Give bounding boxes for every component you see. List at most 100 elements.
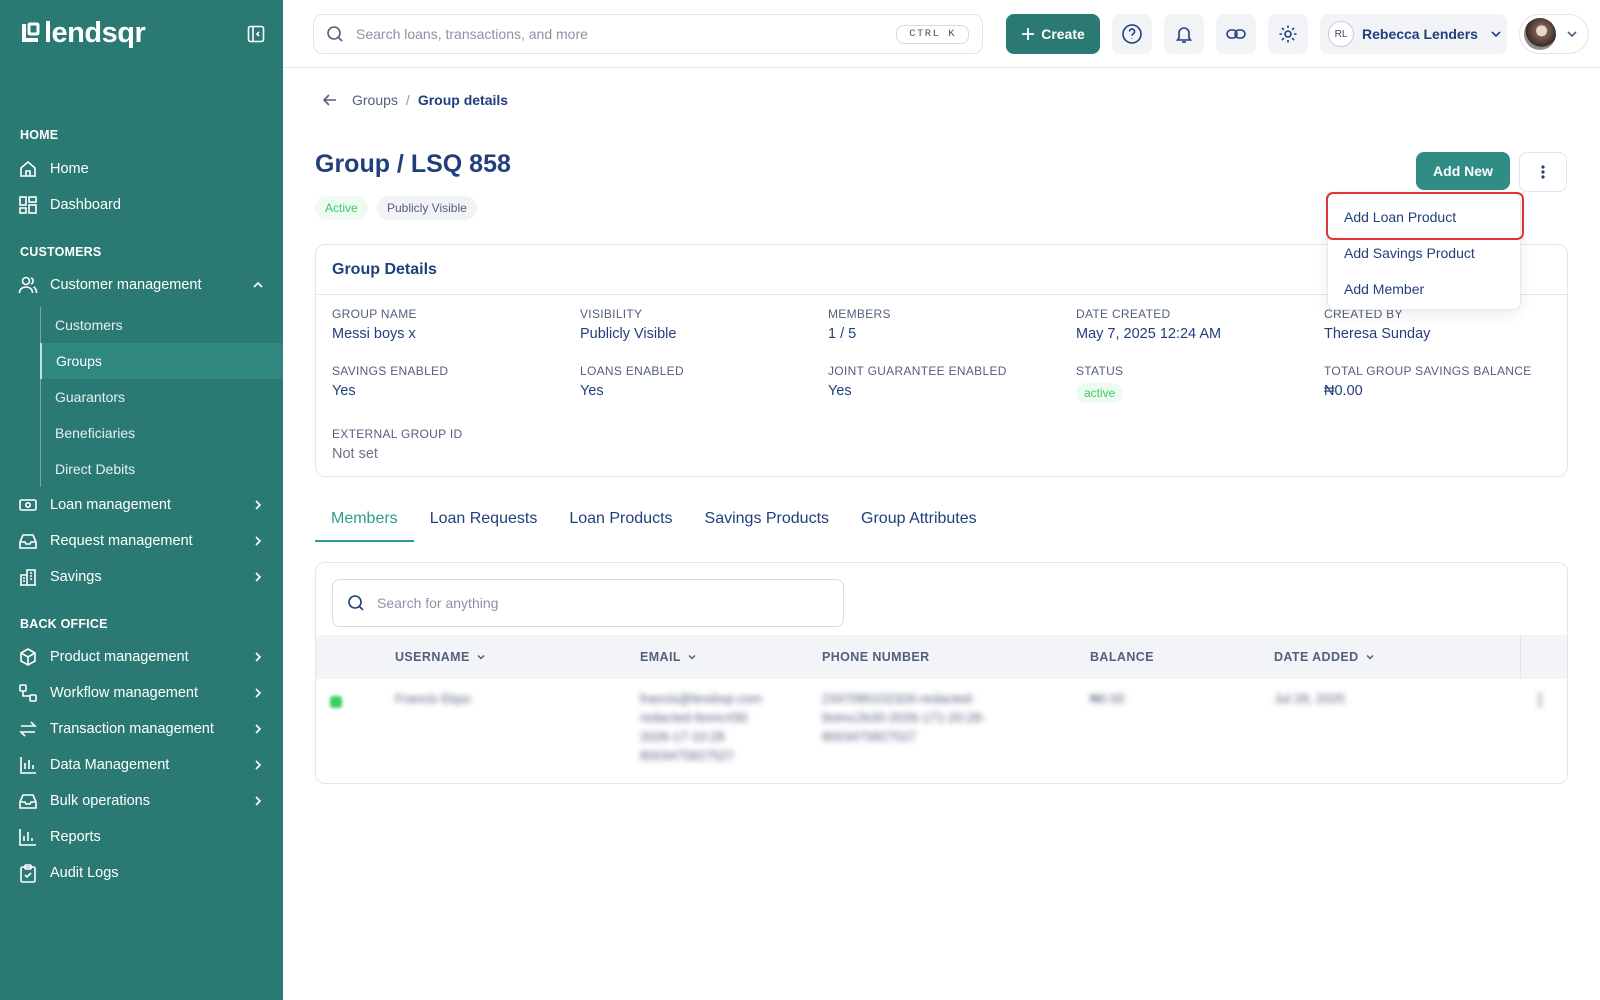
sidebar-item-request-management[interactable]: Request management (0, 523, 283, 559)
link-button[interactable] (1216, 14, 1256, 54)
keyboard-shortcut: CTRL K (896, 25, 969, 44)
column-label: DATE ADDED (1274, 650, 1359, 664)
sidebar-item-home[interactable]: Home (0, 151, 283, 187)
status-pill: active (1076, 383, 1124, 403)
field-label: GROUP NAME (332, 307, 417, 321)
bar-chart-icon (20, 757, 36, 774)
field-label: TOTAL GROUP SAVINGS BALANCE (1324, 364, 1532, 378)
inbox-icon (19, 534, 37, 549)
field-external-group-id: EXTERNAL GROUP ID Not set (332, 427, 462, 462)
sidebar-item-label: Transaction management (50, 721, 214, 737)
help-icon (1122, 24, 1142, 44)
sidebar-subitem-guarantors[interactable]: Guarantors (40, 379, 283, 415)
link-icon (1226, 29, 1246, 39)
sidebar-item-loan-management[interactable]: Loan management (0, 487, 283, 523)
help-button[interactable] (1112, 14, 1152, 54)
sidebar-item-workflow-management[interactable]: Workflow management (0, 675, 283, 711)
column-label: USERNAME (395, 650, 470, 664)
account-switcher[interactable]: RL Rebecca Lenders (1320, 14, 1507, 54)
sidebar-item-label: Customer management (50, 277, 202, 293)
field-label: DATE CREATED (1076, 307, 1171, 321)
table-header: USERNAME EMAIL PHONE NUMBER BALANCE DATE… (316, 635, 1567, 679)
email-line: francis@lendsqr.com (640, 691, 762, 706)
sidebar-item-reports[interactable]: Reports (0, 819, 283, 855)
clipboard-check-icon (20, 864, 36, 883)
bank-icon (20, 569, 36, 586)
transfer-icon (19, 721, 37, 737)
column-header-balance[interactable]: BALANCE (1090, 635, 1154, 679)
users-icon (18, 276, 38, 294)
chevron-down-icon (477, 654, 485, 660)
visibility-badge: Publicly Visible (377, 196, 477, 220)
field-visibility: VISIBILITY Publicly Visible (580, 307, 676, 342)
sidebar-item-label: Audit Logs (50, 865, 119, 881)
chevron-down-icon (1567, 31, 1577, 38)
field-created-by: CREATED BY Theresa Sunday (1324, 307, 1430, 342)
add-new-button[interactable]: Add New (1416, 152, 1510, 190)
sidebar-subitem-customers[interactable]: Customers (40, 307, 283, 343)
sidebar-item-dashboard[interactable]: Dashboard (0, 187, 283, 223)
chevron-right-icon (255, 796, 262, 806)
sidebar-subitem-direct-debits[interactable]: Direct Debits (40, 451, 283, 487)
profile-menu[interactable] (1519, 14, 1589, 54)
chevron-down-icon (688, 654, 696, 660)
cell-date-added: Jul 28, 2025 (1274, 691, 1345, 706)
sidebar-item-product-management[interactable]: Product management (0, 639, 283, 675)
table-search-input[interactable]: Search for anything (332, 579, 844, 627)
brand-name: lendsqr (44, 17, 146, 49)
sidebar-item-data-management[interactable]: Data Management (0, 747, 283, 783)
tab-loan-requests[interactable]: Loan Requests (414, 500, 554, 542)
table-row[interactable]: Francis Ekpo francis@lendsqr.com redacte… (316, 679, 1567, 783)
notifications-button[interactable] (1164, 14, 1204, 54)
tab-loan-products[interactable]: Loan Products (553, 500, 688, 542)
tab-members[interactable]: Members (315, 500, 414, 542)
column-header-email[interactable]: EMAIL (640, 635, 697, 679)
menu-item-add-loan-product[interactable]: Add Loan Product (1344, 209, 1456, 225)
more-options-button[interactable] (1519, 152, 1567, 192)
sidebar-subitem-groups[interactable]: Groups (40, 343, 283, 379)
breadcrumb-separator: / (405, 92, 410, 108)
field-value: Theresa Sunday (1324, 326, 1431, 342)
sidebar-item-audit-logs[interactable]: Audit Logs (0, 855, 283, 891)
create-button[interactable]: Create (1006, 14, 1100, 54)
sidebar-item-savings[interactable]: Savings (0, 559, 283, 595)
breadcrumb-groups-link[interactable]: Groups (352, 92, 398, 108)
search-placeholder: Search loans, transactions, and more (356, 26, 588, 42)
column-label: EMAIL (640, 650, 681, 664)
settings-button[interactable] (1268, 14, 1308, 54)
column-header-phone-number[interactable]: PHONE NUMBER (822, 635, 930, 679)
menu-item-add-member[interactable]: Add Member (1344, 281, 1424, 297)
search-icon (348, 595, 364, 611)
field-value: Yes (332, 383, 356, 399)
back-arrow-icon[interactable] (322, 92, 338, 108)
sidebar-item-label: Product management (50, 649, 189, 665)
field-value: 1 / 5 (828, 326, 857, 342)
sidebar-item-transaction-management[interactable]: Transaction management (0, 711, 283, 747)
sidebar-item-customer-management[interactable]: Customer management (0, 267, 283, 303)
field-value: Yes (580, 383, 604, 399)
sidebar-subitem-beneficiaries[interactable]: Beneficiaries (40, 415, 283, 451)
page-title: Group / LSQ 858 (315, 150, 511, 178)
column-header-username[interactable]: USERNAME (395, 635, 486, 679)
collapse-sidebar-icon[interactable] (246, 24, 266, 44)
inbox-icon (19, 794, 37, 809)
tab-group-attributes[interactable]: Group Attributes (845, 500, 993, 542)
sidebar-item-bulk-operations[interactable]: Bulk operations (0, 783, 283, 819)
brand-logo[interactable]: lendsqr (20, 17, 146, 49)
global-search-input[interactable]: Search loans, transactions, and more CTR… (313, 14, 983, 54)
sidebar-item-label: Savings (50, 569, 102, 585)
box-icon (20, 648, 36, 666)
email-line: 2026-17-10:28 (640, 729, 725, 744)
phone-line: 9xtmc2k30-2026-171-20:28- (822, 710, 986, 725)
field-group-name: GROUP NAME Messi boys x (332, 307, 417, 342)
sidebar-item-label: Loan management (50, 497, 171, 513)
field-members: MEMBERS 1 / 5 (828, 307, 891, 342)
tab-savings-products[interactable]: Savings Products (689, 500, 846, 542)
row-actions-icon[interactable] (1538, 693, 1542, 707)
field-value: May 7, 2025 12:24 AM (1076, 326, 1222, 342)
field-label: MEMBERS (828, 307, 891, 321)
user-name: Rebecca Lenders (1362, 26, 1478, 42)
column-header-date-added[interactable]: DATE ADDED (1274, 635, 1375, 679)
menu-item-add-savings-product[interactable]: Add Savings Product (1344, 245, 1475, 261)
breadcrumb: Groups / Group details (322, 92, 508, 108)
